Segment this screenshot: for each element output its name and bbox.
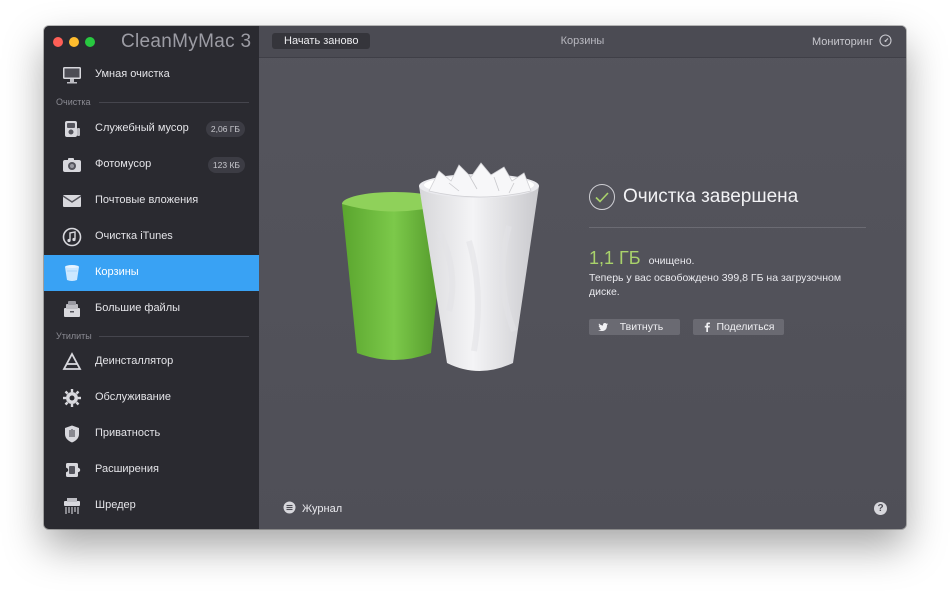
sidebar-item-system-junk[interactable]: Служебный мусор 2,06 ГБ (44, 111, 259, 147)
freed-word: очищено. (648, 255, 695, 267)
section-divider (99, 336, 249, 337)
help-button[interactable]: ? (874, 502, 887, 515)
tweet-label: Твитнуть (619, 321, 664, 333)
sidebar-item-mail-attachments[interactable]: Почтовые вложения (44, 183, 259, 219)
trash-bins-illustration (309, 161, 549, 381)
sidebar-item-label: Приватность (95, 427, 161, 439)
trash-bin-icon (62, 263, 82, 283)
sidebar-item-trash-bins[interactable]: Корзины (44, 255, 259, 291)
sidebar-item-label: Умная очистка (95, 68, 170, 80)
checkmark-icon (589, 184, 615, 210)
close-button[interactable] (53, 37, 63, 47)
sidebar-item-itunes-cleanup[interactable]: Очистка iTunes (44, 219, 259, 255)
share-label: Поделиться (716, 321, 775, 333)
sidebar-item-label: Почтовые вложения (95, 194, 199, 206)
uninstaller-icon (62, 352, 82, 372)
sidebar-item-label: Шредер (95, 499, 136, 511)
cleanup-complete-heading: Очистка завершена (589, 184, 798, 210)
sidebar-item-maintenance[interactable]: Обслуживание (44, 380, 259, 416)
sidebar-item-label: Большие файлы (95, 302, 181, 314)
free-space-description: Теперь у вас освобождено 399,8 ГБ на заг… (589, 272, 842, 298)
monitoring-button[interactable]: Мониторинг (812, 34, 892, 50)
sidebar-item-large-files[interactable]: Большие файлы (44, 291, 259, 327)
sidebar-item-uninstaller[interactable]: Деинсталлятор (44, 344, 259, 380)
list-icon (283, 501, 296, 517)
sidebar-item-label: Обслуживание (95, 391, 171, 403)
sidebar-item-label: Фотомусор (95, 158, 152, 170)
sidebar-item-privacy[interactable]: Приватность (44, 416, 259, 452)
sidebar-item-label: Служебный мусор (95, 122, 189, 134)
camera-icon (62, 155, 82, 175)
main-pane: Начать заново Корзины Мониторинг Очистка… (259, 26, 906, 529)
result-divider (589, 227, 866, 228)
size-badge: 123 КБ (207, 157, 245, 173)
tweet-button[interactable]: Твитнуть (589, 319, 680, 335)
size-badge: 2,06 ГБ (205, 121, 245, 137)
privacy-shield-icon (62, 424, 82, 444)
maintenance-gear-icon (62, 388, 82, 408)
app-window: CleanMyMac 3 Умная очистка Очистка Служе… (44, 26, 906, 529)
sidebar-item-shredder[interactable]: Шредер (44, 488, 259, 524)
toolbar-title: Корзины (560, 35, 605, 47)
extensions-puzzle-icon (62, 460, 82, 480)
cleanup-complete-title: Очистка завершена (623, 186, 799, 207)
share-button[interactable]: Поделиться (693, 319, 784, 335)
toolbar: Начать заново Корзины Мониторинг (259, 26, 906, 58)
system-junk-icon (62, 119, 82, 139)
window-controls (53, 37, 95, 47)
sidebar: CleanMyMac 3 Умная очистка Очистка Служе… (44, 26, 259, 529)
sidebar-item-label: Очистка iTunes (95, 230, 173, 242)
mail-icon (62, 191, 82, 211)
app-title: CleanMyMac 3 (121, 31, 252, 52)
sidebar-item-smart-cleanup[interactable]: Умная очистка (44, 57, 259, 93)
monitor-icon (62, 65, 82, 85)
section-divider (99, 102, 249, 103)
sidebar-item-label: Расширения (95, 463, 159, 475)
zoom-button[interactable] (85, 37, 95, 47)
shredder-icon (62, 496, 82, 516)
gauge-icon (879, 34, 892, 50)
sidebar-item-label: Деинсталлятор (95, 355, 174, 367)
journal-label: Журнал (302, 503, 343, 515)
minimize-button[interactable] (69, 37, 79, 47)
freed-summary: 1,1 ГБ очищено. (589, 248, 694, 269)
freed-size: 1,1 ГБ (589, 248, 641, 268)
large-files-icon (62, 299, 82, 319)
journal-button[interactable]: Журнал (283, 501, 342, 517)
section-header-utilities: Утилиты (56, 331, 92, 341)
itunes-icon (62, 227, 82, 247)
section-header-cleanup: Очистка (56, 97, 91, 107)
sidebar-item-label: Корзины (95, 266, 139, 278)
sidebar-item-extensions[interactable]: Расширения (44, 452, 259, 488)
monitoring-label: Мониторинг (811, 36, 873, 48)
sidebar-item-photo-junk[interactable]: Фотомусор 123 КБ (44, 147, 259, 183)
